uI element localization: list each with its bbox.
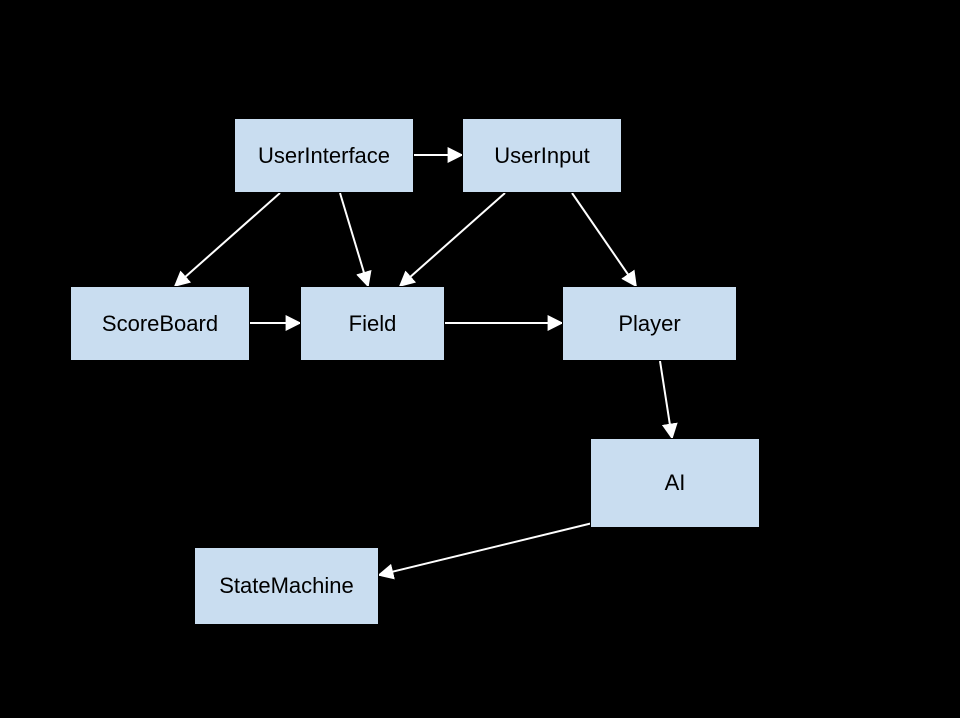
edge-userinput-field [400,193,505,286]
node-userinput: UserInput [462,118,622,193]
node-label: StateMachine [219,573,354,599]
node-label: Player [618,311,680,337]
edge-userinput-player [572,193,636,286]
edge-ui-field [340,193,368,286]
node-player: Player [562,286,737,361]
node-label: AI [665,470,686,496]
node-field: Field [300,286,445,361]
node-statemachine: StateMachine [194,547,379,625]
node-scoreboard: ScoreBoard [70,286,250,361]
node-ai: AI [590,438,760,528]
node-userinterface: UserInterface [234,118,414,193]
diagram-canvas: UserInterface UserInput ScoreBoard Field… [0,0,960,718]
node-label: UserInterface [258,143,390,169]
node-label: Field [349,311,397,337]
edge-ui-scoreboard [175,193,280,286]
edge-player-ai [660,361,672,438]
node-label: ScoreBoard [102,311,218,337]
node-label: UserInput [494,143,589,169]
edge-ai-statemachine [379,520,605,575]
